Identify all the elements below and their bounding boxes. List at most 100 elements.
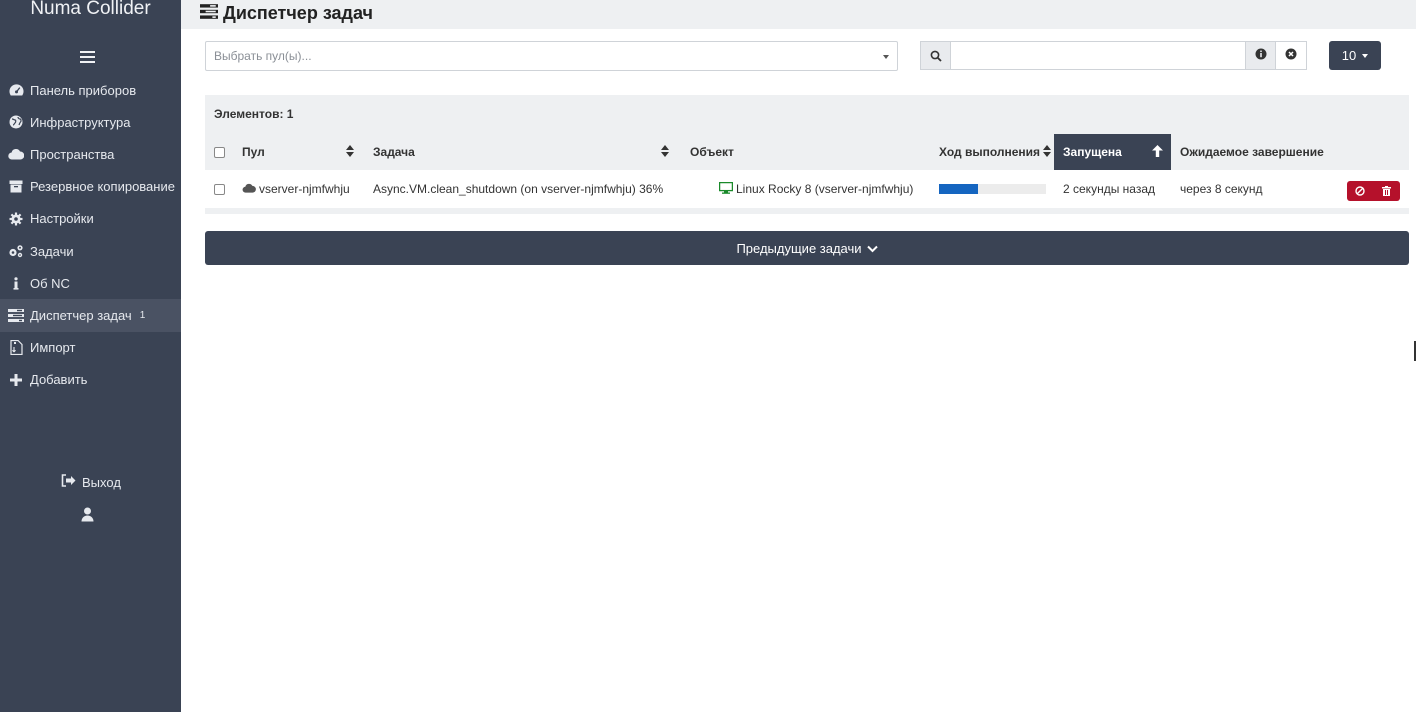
previous-tasks-button[interactable]: Предыдущие задачи [205,231,1409,265]
sidebar-item-label: Панель приборов [30,82,137,98]
select-all-checkbox[interactable] [214,146,225,158]
cloud-icon [242,182,256,196]
sidebar-item-jobs[interactable]: Задачи [0,235,181,267]
logout-label: Выход [82,474,121,490]
logout-button[interactable]: Выход [61,474,121,490]
cloud-icon [8,146,24,162]
chevron-down-icon [866,241,878,256]
search-group [920,41,1307,70]
tasks-table: Элементов: 1 Пул Задача Объект Ход выпол… [205,95,1409,214]
sidebar-item-backup[interactable]: Резервное копирование [0,171,181,203]
cell-task: Async.VM.clean_shutdown (on vserver-njmf… [373,170,663,208]
search-icon [920,41,951,70]
user-icon[interactable] [81,507,94,525]
column-label: Объект [690,145,734,159]
sidebar-item-label: Настройки [30,211,94,227]
search-clear-button[interactable] [1276,41,1307,70]
close-circle-icon [1285,48,1297,63]
arrow-up-icon [1152,145,1163,160]
app-brand[interactable]: Numa Collider [0,0,181,20]
cancel-task-button[interactable] [1347,181,1374,201]
tasks-icon [8,307,24,323]
sidebar: Numa Collider Панель приборов Инфраструк… [0,0,181,712]
object-link[interactable]: Linux Rocky 8 (vserver-njmfwhju) [736,182,913,196]
sidebar-item-import[interactable]: Импорт [0,332,181,364]
plus-icon [8,372,24,388]
cell-started: 2 секунды назад [1063,170,1155,208]
page-size-value: 10 [1341,48,1357,63]
column-header-task[interactable]: Задача [373,134,677,170]
page-size-dropdown[interactable]: 10 [1329,41,1381,70]
cell-pool: vserver-njmfwhju [242,170,350,208]
sign-out-icon [61,474,76,490]
sidebar-item-label: Инфраструктура [30,114,131,130]
column-header-started[interactable]: Запущена [1054,134,1171,170]
dashboard-icon [8,82,24,98]
started-time: 2 секунды назад [1063,182,1155,196]
header-select-all [214,134,234,170]
sidebar-item-spaces[interactable]: Пространства [0,138,181,170]
column-label: Пул [242,145,265,159]
sidebar-item-label: Добавить [30,372,88,388]
sidebar-item-label: Резервное копирование [30,179,175,195]
info-icon [8,275,24,291]
column-label: Ожидаемое завершение [1180,145,1324,159]
column-header-progress[interactable]: Ход выполнения [939,134,1054,170]
pool-select[interactable]: Выбрать пул(ы)... [205,41,898,71]
sidebar-item-label: Диспетчер задач [30,307,132,323]
search-input[interactable] [951,41,1245,70]
previous-tasks-label: Предыдущие задачи [736,240,862,256]
sidebar-item-dashboard[interactable]: Панель приборов [0,74,181,106]
column-header-object[interactable]: Объект [690,134,930,170]
sidebar-item-label: Импорт [30,340,76,356]
pool-select-placeholder: Выбрать пул(ы)... [214,49,312,63]
row-actions [1347,181,1400,201]
table-row: vserver-njmfwhju Async.VM.clean_shutdown… [205,170,1409,208]
sort-icon [661,145,669,160]
sidebar-item-infrastructure[interactable]: Инфраструктура [0,106,181,138]
sidebar-item-label: Пространства [30,146,115,162]
tasks-icon [200,3,218,24]
menu-toggle-icon[interactable] [80,51,95,64]
column-label: Ход выполнения [939,145,1041,159]
sidebar-nav: Панель приборов Инфраструктура Пространс… [0,74,181,396]
sidebar-item-about[interactable]: Об NC [0,267,181,299]
page-title: Диспетчер задач [200,3,373,24]
page-title-text: Диспетчер задач [223,3,373,23]
sort-icon [1043,145,1051,160]
task-count-badge: 1 [139,309,146,321]
gear-icon [8,211,24,227]
sidebar-item-add[interactable]: Добавить [0,364,181,396]
desktop-icon [718,181,734,197]
sort-icon [346,145,354,160]
eta-time: через 8 секунд [1180,182,1263,196]
page-header: Диспетчер задач [181,0,1416,29]
column-label: Запущена [1063,145,1122,159]
progress-bar [939,184,1046,194]
archive-icon [8,179,24,195]
cell-object: Linux Rocky 8 (vserver-njmfwhju) [718,170,913,208]
row-checkbox[interactable] [214,183,225,195]
ban-icon [1355,184,1365,199]
sidebar-item-settings[interactable]: Настройки [0,203,181,235]
cell-eta: через 8 секунд [1180,170,1263,208]
column-header-eta[interactable]: Ожидаемое завершение [1180,134,1400,170]
trash-icon [1382,184,1392,199]
sidebar-item-task-manager[interactable]: Диспетчер задач 1 [0,299,181,332]
row-select [214,170,225,208]
search-help-button[interactable] [1245,41,1276,70]
globe-icon [8,114,24,130]
sidebar-item-label: Об NC [30,275,70,291]
chevron-down-icon [1362,53,1369,58]
import-icon [8,340,24,356]
progress-bar-fill [939,184,978,194]
pool-link[interactable]: vserver-njmfwhju [259,182,350,196]
delete-task-button[interactable] [1374,181,1401,201]
cell-progress [939,170,1046,208]
task-name: Async.VM.clean_shutdown (on vserver-njmf… [373,182,664,196]
chevron-down-icon [883,55,889,59]
column-label: Задача [373,145,415,159]
gears-icon [8,243,24,259]
column-header-pool[interactable]: Пул [242,134,362,170]
sidebar-item-label: Задачи [30,243,74,259]
